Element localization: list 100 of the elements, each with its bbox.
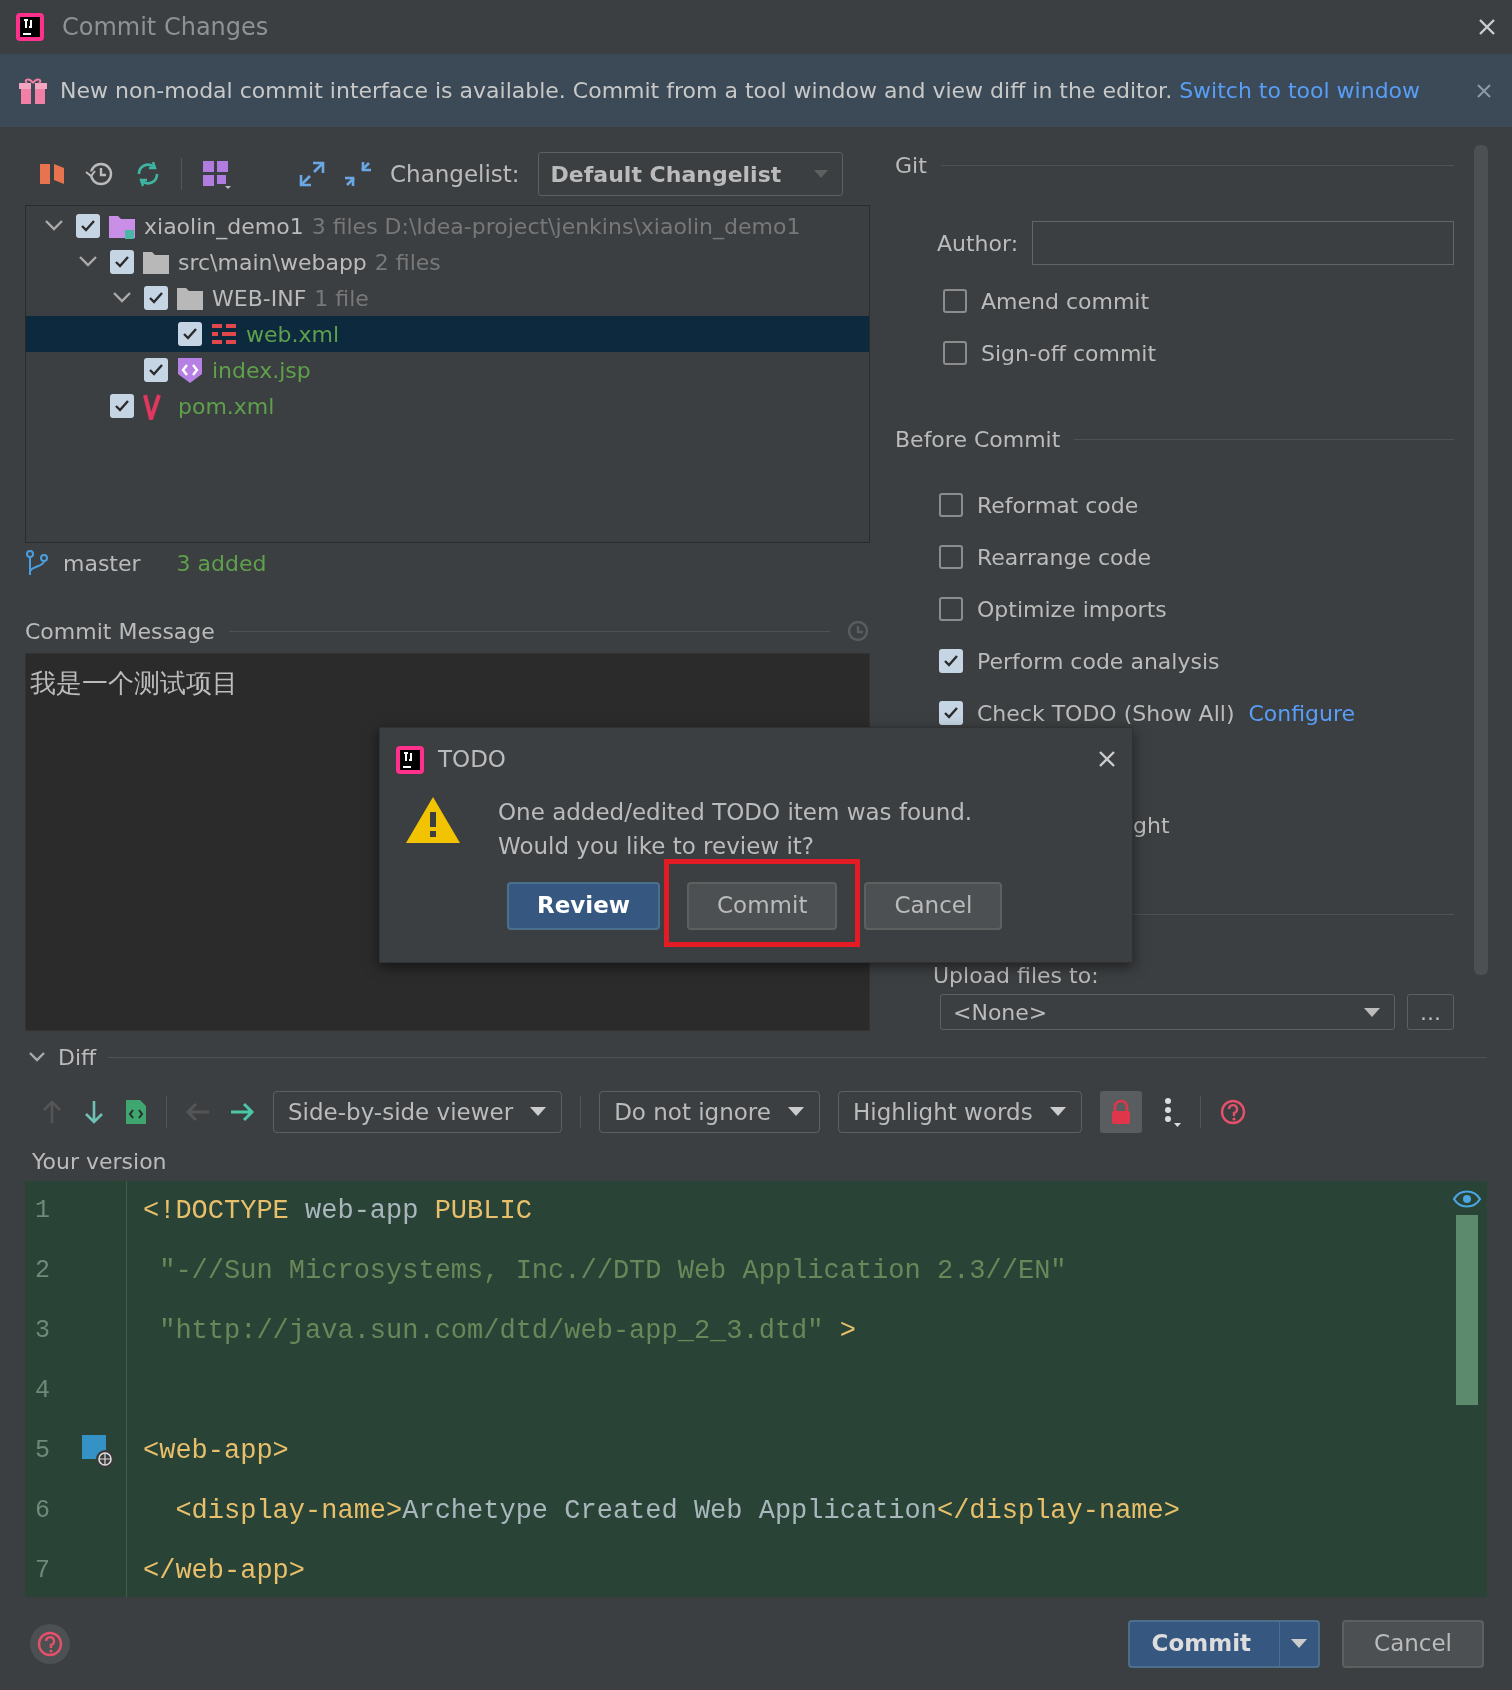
upload-label: Upload files to: (933, 962, 1100, 990)
window-title: Commit Changes (62, 12, 270, 43)
caret-icon[interactable] (1290, 1637, 1309, 1650)
checkbox[interactable] (144, 358, 168, 382)
code-line: <!DOCTYPE web-app PUBLIC (142, 1194, 533, 1228)
dialog-button[interactable]: Commit (687, 881, 838, 930)
file-name: pom.xml (178, 392, 275, 421)
option-label[interactable]: Check TODO (Show All) (977, 696, 1235, 730)
collapse-all-icon[interactable] (344, 160, 372, 188)
checkbox[interactable] (943, 341, 967, 365)
section-title: Diff (58, 1043, 97, 1072)
lock-button[interactable] (1099, 1091, 1142, 1133)
dropdown-arrow-icon (1362, 1006, 1382, 1018)
checkbox[interactable] (144, 286, 168, 310)
checkbox[interactable] (76, 214, 100, 238)
option-label[interactable]: Optimize imports (977, 592, 1167, 626)
dialog-title: TODO (438, 745, 506, 774)
tree-row[interactable]: index.jsp (26, 352, 869, 388)
chevron-down-icon[interactable] (44, 219, 64, 233)
dropdown-arrow-icon (1048, 1106, 1067, 1118)
file-icon[interactable] (124, 1098, 148, 1126)
line-number: 2 (35, 1255, 50, 1288)
file-name: xiaolin_demo1 (144, 212, 304, 242)
dialog-button[interactable]: Review (507, 881, 661, 930)
branch-icon (25, 549, 49, 577)
checkbox[interactable] (939, 493, 963, 517)
option-label[interactable]: Sign-off commit (981, 336, 1157, 370)
ignore-dropdown[interactable]: Do not ignore (599, 1091, 820, 1133)
dropdown-arrow-icon (786, 1106, 805, 1118)
dialog-button[interactable]: Cancel (864, 881, 1003, 930)
app-logo-icon (14, 11, 46, 43)
eye-icon[interactable] (1452, 1189, 1482, 1209)
line-number: 7 (35, 1555, 50, 1588)
code-line: "http://java.sun.com/dtd/web-app_2_3.dtd" > (158, 1314, 857, 1348)
dropdown-arrow-icon (529, 1106, 548, 1118)
group-icon[interactable] (200, 158, 232, 190)
option-label[interactable]: Rearrange code (977, 540, 1151, 574)
line-number: 4 (35, 1375, 50, 1408)
file-name: WEB-INF (212, 284, 307, 313)
checkbox[interactable] (939, 597, 963, 621)
viewer-dropdown[interactable]: Side-by-side viewer (273, 1091, 563, 1133)
highlight-dropdown[interactable]: Highlight words (837, 1091, 1082, 1133)
right-arrow-icon[interactable] (229, 1101, 255, 1123)
section-title: Git (895, 151, 927, 180)
tree-row[interactable]: web.xml (26, 316, 869, 352)
notification-text: New non-modal commit interface is available. Commit from a tool window and view diff in the editor. Switch to tool window (60, 77, 1422, 105)
checkbox[interactable] (939, 545, 963, 569)
option-label[interactable]: Reformat code (977, 488, 1139, 522)
option-label: ght (1133, 813, 1170, 838)
help-icon[interactable] (1218, 1098, 1247, 1126)
option-label[interactable]: Perform code analysis (977, 644, 1220, 678)
line-number: 5 (35, 1435, 50, 1468)
tree-row[interactable]: xiaolin_demo1 3 files D:\Idea-project\jenkins\xiaolin_demo1 (26, 208, 869, 244)
chevron-down-icon[interactable] (28, 1051, 46, 1063)
down-arrow-icon[interactable] (82, 1099, 106, 1125)
dropdown-arrow-icon (811, 168, 830, 180)
file-name: web.xml (246, 320, 340, 349)
code-line: </web-app> (142, 1554, 307, 1588)
browse-button[interactable]: ... (1407, 994, 1454, 1030)
tree-row[interactable]: src\main\webapp 2 files (26, 244, 869, 280)
chevron-down-icon[interactable] (112, 291, 132, 305)
checkbox[interactable] (178, 322, 202, 346)
checkbox[interactable] (943, 289, 967, 313)
web-gutter-icon[interactable] (80, 1433, 116, 1469)
jsp-file-icon (176, 356, 204, 384)
changelist-dropdown[interactable]: Default Changelist (537, 152, 843, 196)
lock-icon (1109, 1099, 1132, 1125)
upload-dropdown[interactable]: <None> (940, 994, 1395, 1030)
expand-all-icon[interactable] (298, 160, 326, 188)
chevron-down-icon[interactable] (78, 255, 98, 269)
author-field[interactable] (1032, 221, 1454, 265)
app-logo-icon (394, 744, 424, 775)
tree-row[interactable]: pom.xml (26, 388, 869, 424)
file-detail: 1 file (314, 284, 369, 313)
changes-summary: 3 added (176, 549, 267, 578)
help-icon (36, 1629, 64, 1658)
checkbox[interactable] (110, 394, 134, 418)
side-label: Your version (31, 1148, 168, 1176)
code-line: <display-name>Archetype Created Web Application</display-name> (174, 1494, 1181, 1528)
tree-row[interactable]: WEB-INF 1 file (26, 280, 869, 316)
commit-button[interactable]: Commit (1127, 1619, 1321, 1668)
checkbox[interactable] (110, 250, 134, 274)
file-detail: 2 files (374, 248, 441, 277)
dialog-message: Would you like to review it? (498, 831, 816, 861)
branch-name: master (63, 549, 141, 578)
checkbox[interactable] (939, 649, 963, 673)
configure-link[interactable]: Configure (1248, 696, 1356, 730)
switch-link[interactable]: Switch to tool window (1179, 78, 1421, 103)
file-name: src\main\webapp (178, 248, 367, 277)
changelist-label: Changelist: (390, 159, 520, 189)
option-label[interactable]: Amend commit (981, 284, 1150, 318)
checkbox[interactable] (939, 701, 963, 725)
cancel-button[interactable]: Cancel (1342, 1619, 1484, 1668)
commit-message-label: Commit Message (25, 617, 215, 646)
section-title: Before Commit (895, 425, 1061, 454)
line-number: 1 (35, 1195, 50, 1228)
help-button[interactable] (30, 1623, 70, 1664)
left-arrow-icon (185, 1101, 211, 1123)
file-detail: 3 files D:\Idea-project\jenkins\xiaolin_demo1 (311, 212, 801, 242)
code-line: "-//Sun Microsystems, Inc.//DTD Web Application 2.3//EN" (158, 1254, 1068, 1288)
